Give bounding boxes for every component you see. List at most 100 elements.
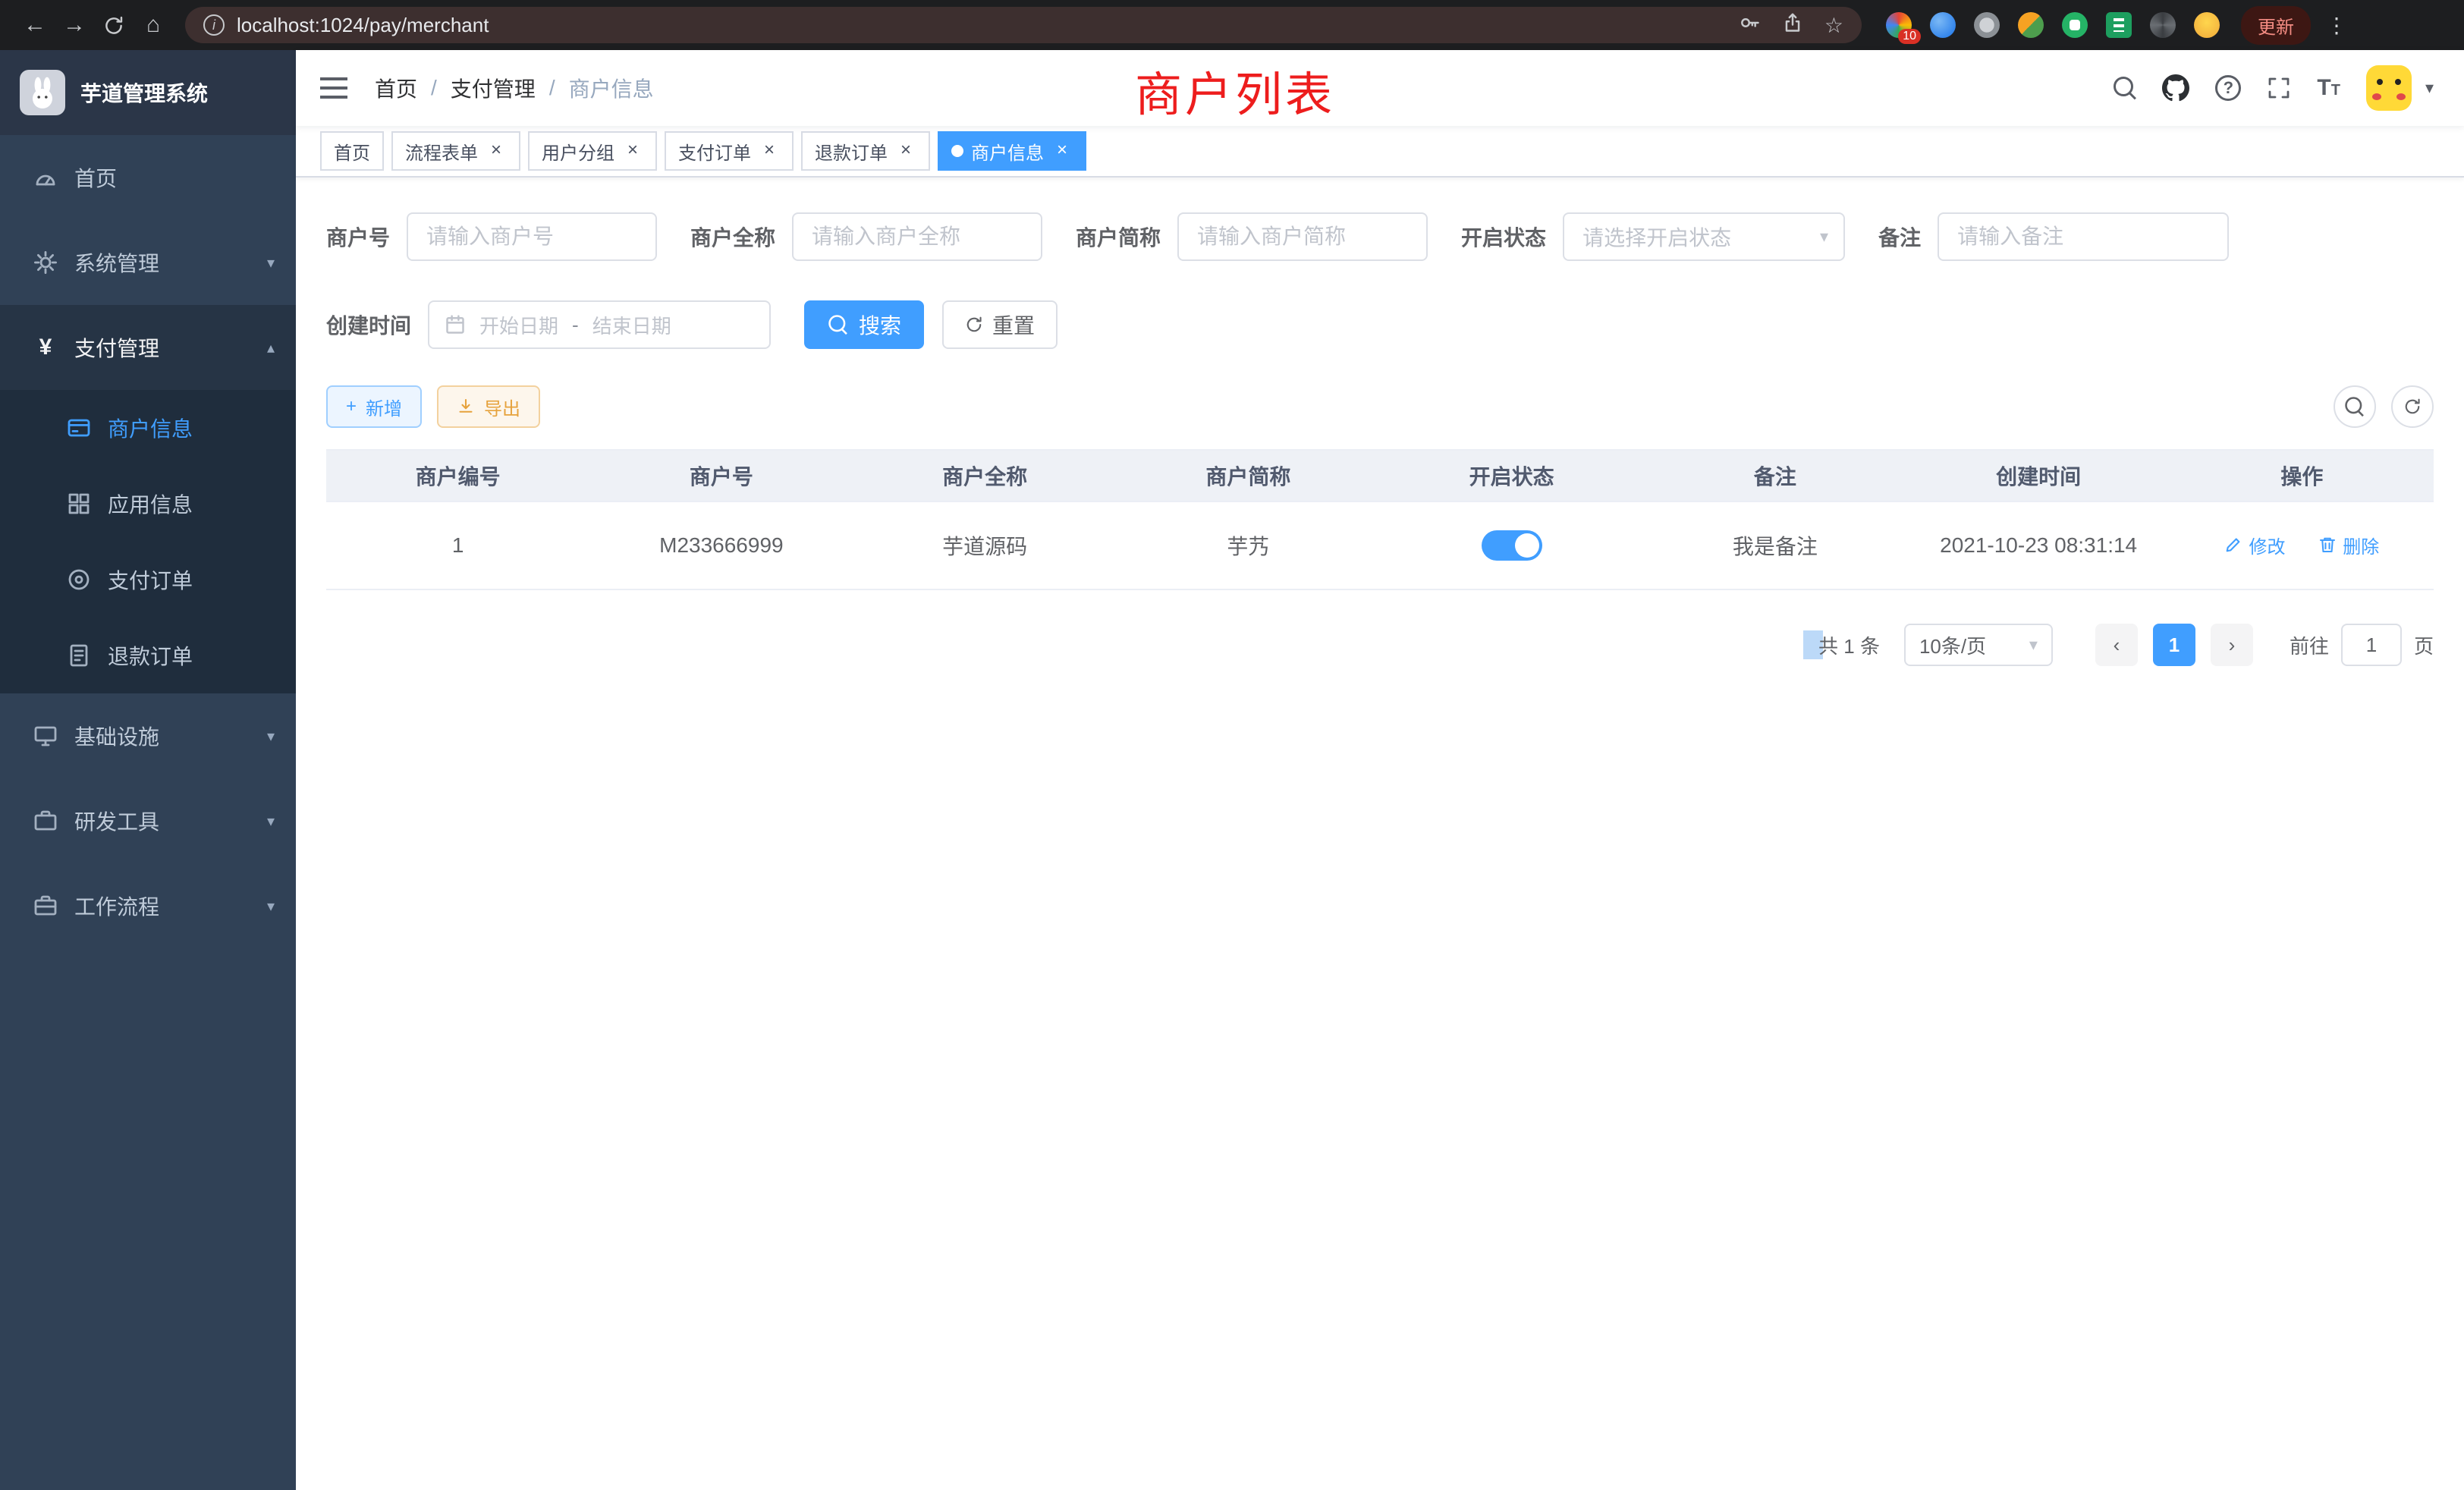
briefcase-icon — [33, 809, 58, 833]
date-separator: - — [572, 313, 579, 337]
extension-gray-icon[interactable] — [1974, 12, 2000, 38]
reset-button[interactable]: 重置 — [942, 300, 1058, 349]
filter-merchant-no: 商户号 — [326, 212, 657, 261]
extensions-puzzle-icon[interactable]: 10 — [1886, 12, 1912, 38]
logo-rabbit-icon — [20, 70, 65, 115]
breadcrumb-separator: / — [549, 76, 555, 100]
sidebar-toggle-icon[interactable] — [320, 77, 347, 99]
avatar[interactable] — [2366, 65, 2412, 111]
reset-button-label: 重置 — [992, 310, 1035, 340]
filter-label: 商户全称 — [690, 222, 775, 252]
sidebar-item-home[interactable]: 首页 — [0, 135, 296, 220]
page-button-1[interactable]: 1 — [2153, 624, 2195, 666]
browser-menu-icon[interactable]: ⋮ — [2326, 13, 2347, 38]
avatar-caret-icon[interactable]: ▾ — [2425, 78, 2434, 98]
status-select[interactable]: 请选择开启状态 ▾ — [1563, 212, 1845, 261]
date-range-picker[interactable]: 开始日期 - 结束日期 — [428, 300, 771, 349]
breadcrumb-payment[interactable]: 支付管理 — [451, 73, 536, 103]
prev-page-button[interactable]: ‹ — [2095, 624, 2138, 666]
font-size-icon[interactable]: TT — [2317, 75, 2340, 101]
browser-update-button[interactable]: 更新 — [2241, 6, 2311, 45]
export-button[interactable]: 导出 — [437, 385, 540, 428]
cell-remark: 我是备注 — [1643, 501, 1906, 589]
extension-dark-pinwheel-icon[interactable] — [2150, 12, 2176, 38]
col-header: 商户号 — [589, 450, 853, 501]
filter-label: 开启状态 — [1461, 222, 1546, 252]
sidebar-item-refund-order[interactable]: 退款订单 — [0, 618, 296, 693]
chevron-down-icon: ▾ — [1820, 227, 1828, 247]
close-icon[interactable]: × — [1051, 140, 1073, 162]
tab-label: 首页 — [334, 138, 370, 165]
cell-status — [1380, 501, 1643, 589]
search-icon[interactable] — [2114, 77, 2136, 99]
add-button[interactable]: + 新增 — [326, 385, 422, 428]
filter-label: 创建时间 — [326, 310, 411, 340]
extension-green-square-icon[interactable] — [2106, 12, 2132, 38]
full-name-input[interactable] — [792, 212, 1042, 261]
breadcrumb-home[interactable]: 首页 — [375, 73, 417, 103]
browser-forward-icon[interactable]: → — [55, 12, 94, 38]
address-bar[interactable]: i localhost:1024/pay/merchant ☆ — [185, 7, 1862, 43]
document-icon — [67, 643, 91, 668]
goto-page-input[interactable] — [2341, 624, 2402, 666]
share-icon[interactable] — [1782, 11, 1803, 39]
merchant-no-input[interactable] — [407, 212, 657, 261]
tab-process-form[interactable]: 流程表单 × — [391, 131, 520, 171]
site-info-icon[interactable]: i — [203, 14, 225, 36]
toggle-search-button[interactable] — [2334, 385, 2376, 428]
sidebar-item-label: 退款订单 — [108, 640, 193, 671]
browser-back-icon[interactable]: ← — [15, 12, 55, 38]
github-icon[interactable] — [2162, 74, 2189, 102]
sidebar-item-infra[interactable]: 基础设施 ▾ — [0, 693, 296, 778]
sidebar-item-payment[interactable]: ¥ 支付管理 ▴ — [0, 305, 296, 390]
cell-merchant-no: M233666999 — [589, 501, 853, 589]
delete-button[interactable]: 删除 — [2318, 532, 2379, 558]
sidebar-item-app-info[interactable]: 应用信息 — [0, 466, 296, 542]
status-switch[interactable] — [1482, 530, 1542, 561]
remark-input[interactable] — [1938, 212, 2229, 261]
tab-merchant-info[interactable]: 商户信息 × — [938, 131, 1086, 171]
password-key-icon[interactable] — [1740, 11, 1761, 39]
extension-orange-green-icon[interactable] — [2018, 12, 2044, 38]
tab-home[interactable]: 首页 — [320, 131, 384, 171]
sidebar-item-pay-order[interactable]: 支付订单 — [0, 542, 296, 618]
search-button[interactable]: 搜索 — [804, 300, 924, 349]
refresh-table-button[interactable] — [2391, 385, 2434, 428]
tab-pay-order[interactable]: 支付订单 × — [665, 131, 794, 171]
end-date-placeholder: 结束日期 — [592, 311, 671, 339]
tab-user-group[interactable]: 用户分组 × — [528, 131, 657, 171]
sidebar-item-merchant-info[interactable]: 商户信息 — [0, 390, 296, 466]
app-logo[interactable]: 芋道管理系统 — [0, 50, 296, 135]
start-date-placeholder: 开始日期 — [479, 311, 558, 339]
filter-create-time: 创建时间 开始日期 - 结束日期 — [326, 300, 771, 349]
short-name-input[interactable] — [1177, 212, 1428, 261]
search-icon — [828, 315, 848, 335]
edit-button[interactable]: 修改 — [2224, 532, 2285, 558]
help-icon[interactable]: ? — [2215, 75, 2241, 101]
close-icon[interactable]: × — [895, 140, 916, 162]
close-icon[interactable]: × — [486, 140, 507, 162]
col-header: 商户简称 — [1117, 450, 1380, 501]
sidebar-item-workflow[interactable]: 工作流程 ▾ — [0, 863, 296, 948]
close-icon[interactable]: × — [759, 140, 780, 162]
fullscreen-icon[interactable] — [2267, 76, 2291, 100]
sidebar-item-label: 应用信息 — [108, 489, 193, 519]
browser-home-icon[interactable]: ⌂ — [134, 12, 173, 38]
filter-full-name: 商户全称 — [690, 212, 1042, 261]
extension-green-circle-icon[interactable] — [2062, 12, 2088, 38]
page-size-select[interactable]: 10条/页 ▾ — [1904, 624, 2053, 666]
next-page-button[interactable]: › — [2211, 624, 2253, 666]
filter-row-1: 商户号 商户全称 商户简称 开启状态 请选择开启状态 — [326, 212, 2434, 261]
sidebar-item-label: 系统管理 — [74, 247, 159, 278]
tab-refund-order[interactable]: 退款订单 × — [801, 131, 930, 171]
extension-blue-icon[interactable] — [1930, 12, 1956, 38]
search-icon — [2345, 397, 2365, 417]
pagination: 共 1 条 10条/页 ▾ ‹ 1 › 前往 页 — [326, 624, 2434, 666]
bookmark-star-icon[interactable]: ☆ — [1824, 13, 1843, 38]
extension-yellow-face-icon[interactable] — [2194, 12, 2220, 38]
browser-refresh-icon[interactable] — [94, 12, 134, 38]
sidebar-item-devtools[interactable]: 研发工具 ▾ — [0, 778, 296, 863]
close-icon[interactable]: × — [622, 140, 643, 162]
cell-full-name: 芋道源码 — [853, 501, 1117, 589]
sidebar-item-system[interactable]: 系统管理 ▾ — [0, 220, 296, 305]
